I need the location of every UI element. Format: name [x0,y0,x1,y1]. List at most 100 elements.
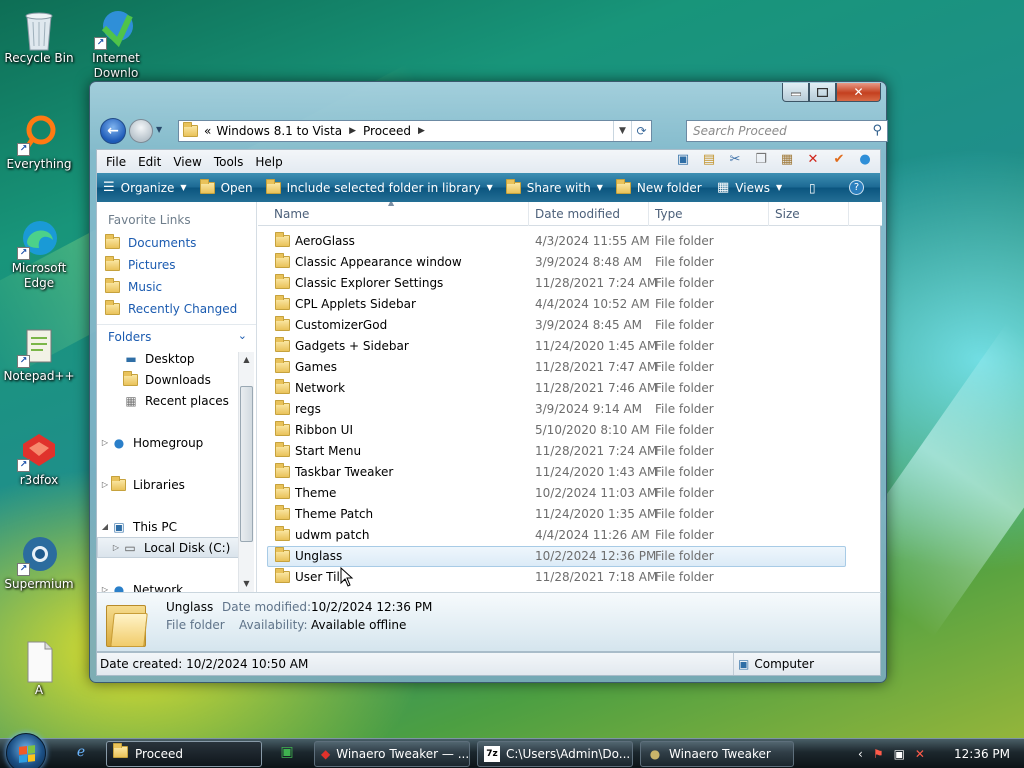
address-bar[interactable]: « Windows 8.1 to Vista ▶ Proceed ▶ ▼ ⟳ [178,120,652,142]
collapse-arrow-icon[interactable]: ◢ [99,522,111,531]
delete-icon[interactable]: ✕ [802,152,824,167]
globe-icon[interactable]: ● [854,152,876,167]
recent-pages-dropdown[interactable]: ▼ [156,125,162,134]
open-button[interactable]: Open [199,178,253,195]
file-row[interactable]: Classic Explorer Settings 11/28/2021 7:24… [258,273,882,294]
nav-scrollbar[interactable]: ▲ ▼ [238,352,254,592]
desktop-icon-recycle-bin[interactable]: Recycle Bin [0,8,79,66]
action-center-flag-icon[interactable]: ⚑ [873,747,884,761]
fav-link-documents[interactable]: Documents [97,232,256,254]
desktop-icon-internet-download[interactable]: ↗ Internet Downlo [76,8,156,78]
include-in-library-button[interactable]: Include selected folder in library ▼ [265,178,493,195]
tree-item-downloads[interactable]: Downloads [97,369,256,390]
scroll-down-icon[interactable]: ▼ [239,576,254,592]
share-with-button[interactable]: Share with ▼ [505,178,603,195]
internet-explorer-icon[interactable]: ℯ [70,744,92,764]
menu-view[interactable]: View [173,155,201,169]
tree-item-recent-places[interactable]: ▦ Recent places [97,390,256,411]
refresh-icon[interactable]: ⟳ [631,121,651,141]
maximize-button[interactable] [809,83,836,102]
expand-arrow-icon[interactable]: ▷ [99,480,111,489]
scroll-up-icon[interactable]: ▲ [239,352,254,368]
file-row[interactable]: Gadgets + Sidebar 11/24/2020 1:45 AM File … [258,336,882,357]
file-row[interactable]: Theme 10/2/2024 11:03 AM File folder [258,483,882,504]
taskbar-button-winaero-tweaker-2[interactable]: ● Winaero Tweaker [640,741,794,767]
menu-file[interactable]: File [106,155,126,169]
taskbar-clock[interactable]: 12:36 PM [954,747,1010,761]
scroll-thumb[interactable] [240,386,253,542]
views-button[interactable]: ▦ Views ▼ [717,180,782,195]
tree-item-network[interactable]: ▷ ● Network [97,579,256,593]
tree-item-this-pc[interactable]: ◢ ▣ This PC [97,516,256,537]
expand-arrow-icon[interactable]: ▷ [110,543,122,552]
file-row[interactable]: AeroGlass 4/3/2024 11:55 AM File folder [258,231,882,252]
column-header-type[interactable]: Type [649,202,769,226]
breadcrumb-separator-icon[interactable]: ▶ [418,126,425,136]
expand-arrow-icon[interactable]: ▷ [99,585,111,592]
help-button[interactable]: ? [849,180,864,195]
organize-button[interactable]: ☰ Organize ▼ [103,180,187,195]
taskbar-button-winaero-tweaker-1[interactable]: ◆ Winaero Tweaker — ... [314,741,470,767]
desktop-icon-supermium[interactable]: ↗ Supermium [0,534,79,592]
taskbar-button-7zip[interactable]: 7z C:\Users\Admin\Do... [477,741,633,767]
tree-item-homegroup[interactable]: ▷ ● Homegroup [97,432,256,453]
breadcrumb-separator-icon[interactable]: ▶ [349,126,356,136]
file-row[interactable]: Theme Patch 11/24/2020 1:35 AM File folder [258,504,882,525]
column-header-name[interactable]: Name [258,202,529,226]
new-folder-button[interactable]: New folder [615,178,702,195]
folders-header[interactable]: Folders ⌄ [97,324,256,348]
tree-item-desktop[interactable]: ▬ Desktop [97,348,256,369]
properties-icon[interactable]: ▤ [698,152,720,167]
volume-muted-icon[interactable]: ✕ [915,747,925,761]
details-pane-icon[interactable]: ▣ [672,152,694,167]
fav-link-pictures[interactable]: Pictures [97,254,256,276]
file-row[interactable]: Games 11/28/2021 7:47 AM File folder [258,357,882,378]
back-button[interactable]: ← [100,118,126,144]
cut-icon[interactable]: ✂ [724,152,746,167]
close-button[interactable]: ✕ [836,83,881,102]
network-status-icon[interactable]: ▣ [894,747,905,761]
minimize-button[interactable] [782,83,809,102]
desktop-icon-file-a[interactable]: A [0,640,79,698]
address-overflow-chevron[interactable]: « [204,124,211,138]
file-row[interactable]: regs 3/9/2024 9:14 AM File folder [258,399,882,420]
start-button[interactable] [6,733,46,768]
breadcrumb-proceed[interactable]: Proceed [363,124,411,138]
desktop-icon-everything[interactable]: ↗ Everything [0,114,79,172]
fav-link-music[interactable]: Music [97,276,256,298]
column-header-size[interactable]: Size [769,202,849,226]
taskbar-button-proceed[interactable]: Proceed [106,741,262,767]
paste-icon[interactable]: ▦ [776,152,798,167]
forward-button[interactable] [129,119,153,143]
file-row[interactable]: Network 11/28/2021 7:46 AM File folder [258,378,882,399]
file-row[interactable]: Ribbon UI 5/10/2020 8:10 AM File folder [258,420,882,441]
explorer-window[interactable]: ✕ ← ▼ « Windows 8.1 to Vista ▶ Proceed ▶… [89,81,888,683]
excel-like-app-icon[interactable]: ▣ [276,744,298,764]
file-row[interactable]: Taskbar Tweaker 11/24/2020 1:43 AM File fo… [258,462,882,483]
address-history-dropdown[interactable]: ▼ [613,121,631,141]
preview-pane-button[interactable]: ▯ [809,181,816,195]
desktop-icon-notepadpp[interactable]: ↗ Notepad++ [0,326,79,384]
copy-icon[interactable]: ❐ [750,152,772,167]
menu-edit[interactable]: Edit [138,155,161,169]
desktop-icon-microsoft-edge[interactable]: ↗ Microsoft Edge [0,218,79,291]
breadcrumb-windows-8-1-to-vista[interactable]: Windows 8.1 to Vista [216,124,342,138]
tree-item-libraries[interactable]: ▷ Libraries [97,474,256,495]
file-row[interactable]: CPL Applets Sidebar 4/4/2024 10:52 AM File… [258,294,882,315]
search-icon[interactable]: ⚲ [872,123,882,138]
show-hidden-icons-chevron-icon[interactable]: ‹ [858,747,863,761]
checkmark-icon[interactable]: ✔ [828,152,850,167]
desktop-icon-r3dfox[interactable]: ↗ r3dfox [0,430,79,488]
search-input[interactable]: Search Proceed ⚲ [686,120,888,142]
column-header-date-modified[interactable]: Date modified [529,202,649,226]
file-row[interactable]: Start Menu 11/28/2021 7:24 AM File folder [258,441,882,462]
file-row[interactable]: Unglass 10/2/2024 12:36 PM File folder [267,546,846,567]
tree-item-local-disk[interactable]: ▷ ▭ Local Disk (C:) [97,537,240,558]
expand-arrow-icon[interactable]: ▷ [99,438,111,447]
menu-help[interactable]: Help [255,155,282,169]
file-row[interactable]: udwm patch 4/4/2024 11:26 AM File folder [258,525,882,546]
fav-link-recently-changed[interactable]: Recently Changed [97,298,256,320]
file-row[interactable]: CustomizerGod 3/9/2024 8:45 AM File folder [258,315,882,336]
menu-tools[interactable]: Tools [214,155,244,169]
file-row[interactable]: Classic Appearance window 3/9/2024 8:48 A… [258,252,882,273]
